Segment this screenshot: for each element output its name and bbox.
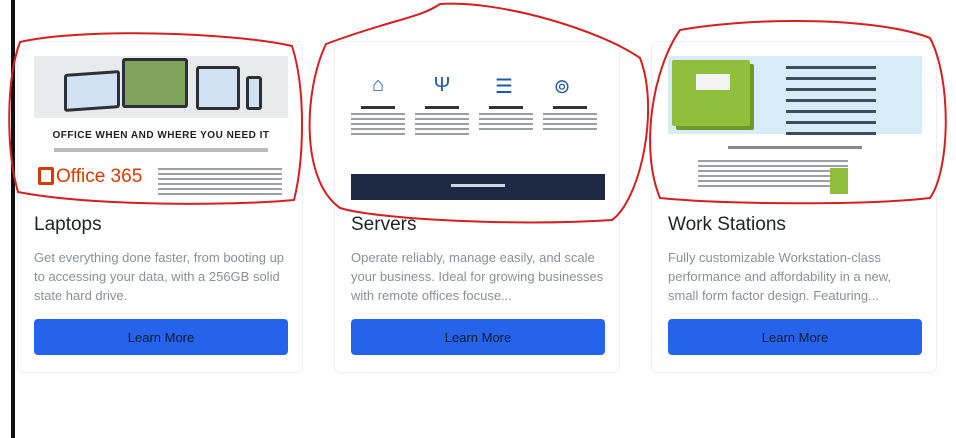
card-title: Laptops: [34, 214, 102, 235]
workstations-image: [668, 56, 922, 200]
left-border-bar: [11, 0, 15, 438]
learn-more-button[interactable]: Learn More: [34, 319, 288, 355]
feature-column: [415, 106, 469, 138]
feature-bullets: [786, 66, 876, 143]
servers-image: ⌂ Ψ ☰ ⊚: [351, 56, 605, 200]
learn-more-button[interactable]: Learn More: [351, 319, 605, 355]
feature-column: [351, 106, 405, 138]
antenna-icon: ⊚: [553, 76, 571, 98]
image-heading: OFFICE WHEN AND WHERE YOU NEED IT: [52, 130, 270, 141]
laptops-image: OFFICE WHEN AND WHERE YOU NEED IT Office…: [34, 56, 288, 200]
office-icon: [38, 167, 54, 185]
server-rack-icon: ☰: [495, 76, 513, 98]
datacenter-banner: [351, 174, 605, 200]
software-box: [672, 60, 750, 126]
software-box-small: [830, 168, 848, 194]
card-title: Servers: [351, 214, 417, 235]
product-card-laptops: OFFICE WHEN AND WHERE YOU NEED IT Office…: [18, 42, 302, 372]
learn-more-button[interactable]: Learn More: [668, 319, 922, 355]
product-card-servers: ⌂ Ψ ☰ ⊚ Servers Operate reliably, manage…: [335, 42, 619, 372]
tablet-device: [64, 70, 120, 112]
office-365-logo: Office 365: [38, 166, 142, 188]
laptop-device: [196, 66, 240, 110]
monitor-device: [122, 58, 188, 108]
router-icon: ⌂: [371, 74, 385, 96]
image-subheading: [728, 146, 862, 149]
card-description: Operate reliably, manage easily, and sca…: [351, 250, 604, 303]
card-description: Fully customizable Workstation-class per…: [668, 250, 892, 303]
image-body-text: [158, 168, 282, 198]
feature-column: [543, 106, 597, 133]
software-banner: [668, 56, 922, 135]
image-body-text: [698, 160, 848, 190]
feature-column: [479, 106, 533, 133]
phone-device: [246, 76, 262, 110]
card-title: Work Stations: [668, 214, 786, 235]
product-card-workstations: Work Stations Fully customizable Worksta…: [652, 42, 936, 372]
devices-banner: [34, 56, 288, 118]
image-subheading: [54, 148, 268, 152]
card-description: Get everything done faster, from booting…: [34, 250, 285, 303]
usb-icon: Ψ: [433, 74, 451, 96]
